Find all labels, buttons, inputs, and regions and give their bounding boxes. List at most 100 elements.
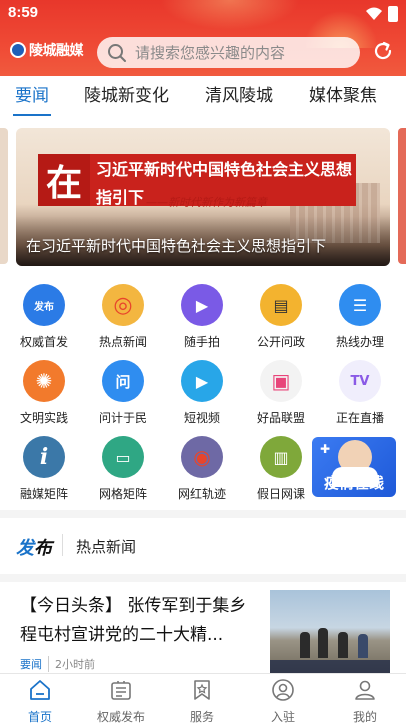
gift-icon: ▣ (260, 360, 302, 402)
app-logo: 陵城融媒 (10, 40, 84, 60)
nav-label: 首页 (27, 710, 52, 723)
grid-item-label: 正在直播 (335, 411, 384, 425)
tv-icon: TV (339, 360, 381, 402)
banner-prev-peek[interactable] (0, 128, 8, 264)
battery-icon (388, 6, 398, 22)
grid-item-label: 热线办理 (335, 335, 384, 349)
grid-item-civilization[interactable]: ✺ 文明实践 (6, 352, 82, 428)
news-thumbnail (270, 590, 390, 674)
banner-slogan: ——新时代新作为新篇章 (146, 196, 267, 209)
grid-item-label: 文明实践 (19, 411, 68, 425)
hot-news-section-header: 发布 热点新闻 (0, 518, 406, 574)
nav-home[interactable]: 首页 (10, 678, 70, 723)
grid-item-label: 假日网课 (256, 487, 305, 501)
search-input[interactable] (135, 43, 355, 62)
banner-headline-2: 指引下 (96, 188, 145, 207)
person-figure (338, 632, 348, 658)
search-icon (108, 43, 126, 62)
plus-icon: ✚ (320, 442, 331, 456)
fabu-logo: 发布 (16, 534, 52, 560)
nav-label: 权威发布 (96, 710, 145, 723)
grid-item-label: 网格矩阵 (98, 487, 147, 501)
chat-icon: ▭ (102, 436, 144, 478)
grid-item-holiday-class[interactable]: ▥ 假日网课 (243, 428, 319, 504)
nav-mine[interactable]: 我的 (335, 678, 395, 723)
video-camera-icon: ▶ (181, 284, 223, 326)
refresh-icon[interactable] (372, 40, 394, 62)
tab-yaowen[interactable]: 要闻 (13, 76, 51, 118)
logo-text: 陵城融媒 (29, 43, 84, 59)
banner-big-char: 在 (38, 154, 90, 206)
grid-item-hotline[interactable]: ☰ 热线办理 (322, 276, 398, 352)
grid-item-influencer-trail[interactable]: ◉ 网红轨迹 (164, 428, 240, 504)
nav-label: 入驻 (270, 710, 295, 723)
grid-item-label: 网红轨迹 (177, 487, 226, 501)
grid-item-good-products[interactable]: ▣ 好品联盟 (243, 352, 319, 428)
face-icon (272, 679, 294, 701)
banner-next-peek[interactable] (398, 128, 406, 264)
grid-item-short-video[interactable]: ▶ 短视频 (164, 352, 240, 428)
hotline-icon: ☰ (339, 284, 381, 326)
grid-item-label: 短视频 (183, 411, 220, 425)
divider (62, 534, 63, 556)
nav-authority-release[interactable]: 权威发布 (91, 678, 151, 723)
grid-item-label: 权威首发 (19, 335, 68, 349)
news-time: 2小时前 (55, 658, 95, 671)
grid-item-label: 热点新闻 (98, 335, 147, 349)
person-figure (318, 628, 328, 658)
fabu-logo-b: 布 (34, 538, 52, 559)
question-icon: 问 (102, 360, 144, 402)
logo-mark-icon (10, 42, 26, 58)
epidemic-label: 疫情在线 (323, 474, 384, 492)
grid-item-label: 融媒矩阵 (19, 487, 68, 501)
search-bar[interactable] (97, 37, 360, 68)
info-icon: i (23, 436, 65, 478)
nav-service[interactable]: 服务 (172, 678, 232, 723)
palm-icon: ✺ (23, 360, 65, 402)
banner-carousel: 在 习近平新时代中国特色社会主义思想 指引下 ——新时代新作为新篇章 在习近平新… (0, 118, 406, 274)
news-card[interactable]: 【今日头条】 张传军到于集乡程屯村宣讲党的二十大精... 要闻 2小时前 (0, 582, 406, 674)
user-icon (355, 680, 375, 700)
hot-news-icon: ◎ (102, 284, 144, 326)
grid-item-media-matrix[interactable]: i 融媒矩阵 (6, 428, 82, 504)
document-icon: ▤ (260, 284, 302, 326)
grid-item-grid-matrix[interactable]: ▭ 网格矩阵 (85, 428, 161, 504)
grid-item-photo[interactable]: ▶ 随手拍 (164, 276, 240, 352)
category-tabs: 要闻 陵城新变化 清风陵城 媒体聚焦 (0, 76, 406, 118)
news-title: 【今日头条】 张传军到于集乡程屯村宣讲党的二十大精... (20, 596, 247, 645)
banner-caption: 在习近平新时代中国特色社会主义思想指引下 (26, 237, 327, 255)
fabu-icon: 发布 (23, 284, 65, 326)
status-icons (366, 6, 398, 22)
grid-item-label: 公开问政 (256, 335, 305, 349)
grid-item-label: 好品联盟 (256, 411, 305, 425)
printer-icon: ▥ (260, 436, 302, 478)
grid-item-fabu[interactable]: 发布 权威首发 (6, 276, 82, 352)
home-icon (30, 680, 50, 700)
wifi-icon (366, 7, 382, 20)
nav-join[interactable]: 入驻 (253, 678, 313, 723)
grid-item-live[interactable]: TV 正在直播 (322, 352, 398, 428)
grid-item-hot-news[interactable]: ◎ 热点新闻 (85, 276, 161, 352)
tab-media-focus[interactable]: 媒体聚焦 (309, 76, 377, 118)
section-title: 热点新闻 (76, 538, 137, 556)
news-meta: 要闻 2小时前 (20, 656, 95, 672)
tab-qingfeng-lingcheng[interactable]: 清风陵城 (205, 76, 273, 118)
banner-slide[interactable]: 在 习近平新时代中国特色社会主义思想 指引下 ——新时代新作为新篇章 在习近平新… (16, 128, 390, 266)
status-bar: 8:59 (0, 0, 406, 28)
function-grid: 发布 权威首发 ◎ 热点新闻 ▶ 随手拍 ▤ 公开问政 ☰ 热线办理 ✺ 文明实… (0, 274, 406, 510)
epidemic-online-button[interactable]: ✚ 疫情在线 (312, 437, 396, 497)
grid-item-ask-people[interactable]: 问 问计于民 (85, 352, 161, 428)
grid-item-public-inquiry[interactable]: ▤ 公开问政 (243, 276, 319, 352)
bottom-navigation: 首页 权威发布 服务 入驻 我的 (0, 673, 406, 723)
news-tag: 要闻 (20, 656, 49, 672)
app-header: 8:59 陵城融媒 (0, 0, 406, 76)
banner-headline-1: 习近平新时代中国特色社会主义思想 (96, 160, 353, 179)
status-time: 8:59 (8, 4, 39, 21)
list-icon (111, 681, 131, 700)
grid-item-label: 随手拍 (183, 335, 220, 349)
location-icon: ◉ (181, 436, 223, 478)
fabu-logo-a: 发 (16, 538, 34, 559)
grid-item-label: 问计于民 (98, 411, 147, 425)
nav-label: 服务 (189, 710, 214, 723)
tab-lingcheng-changes[interactable]: 陵城新变化 (84, 76, 169, 118)
